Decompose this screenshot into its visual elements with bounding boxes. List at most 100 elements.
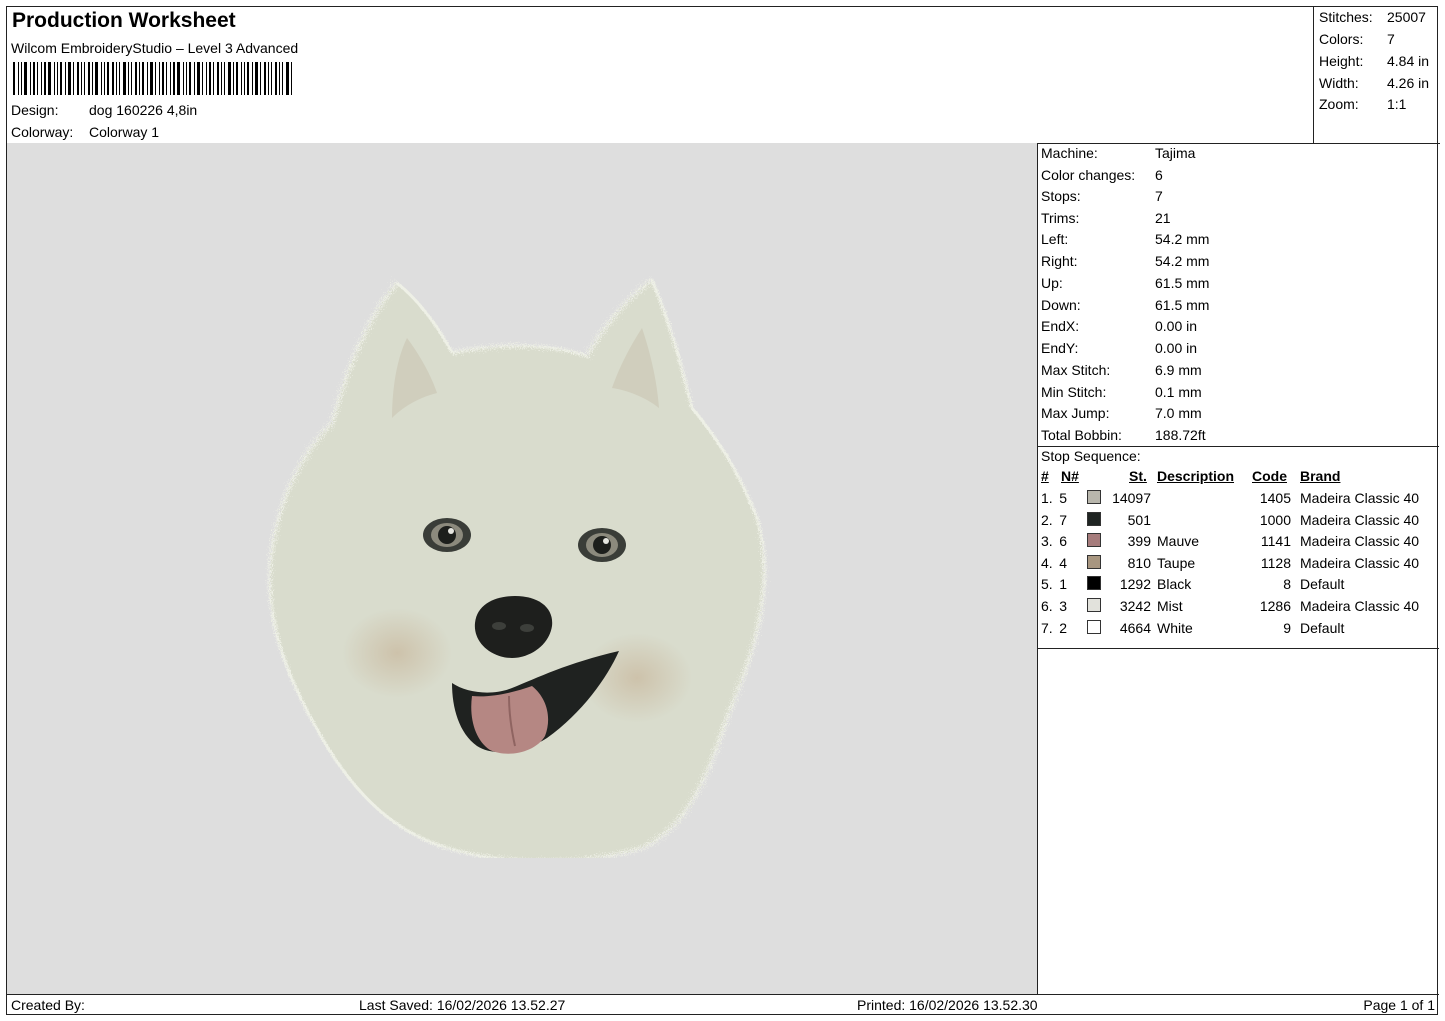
max-jump-value: 7.0 mm bbox=[1155, 405, 1202, 421]
trims-row: Trims: 21 bbox=[1041, 210, 1171, 230]
cell-brand: Madeira Classic 40 bbox=[1300, 554, 1420, 571]
colors-label: Colors: bbox=[1319, 31, 1364, 47]
max-jump-label: Max Jump: bbox=[1041, 405, 1110, 421]
color-swatch bbox=[1087, 490, 1101, 504]
cell-brand: Madeira Classic 40 bbox=[1300, 598, 1420, 614]
cell-st: 501 bbox=[1127, 511, 1151, 528]
barcode bbox=[13, 62, 313, 95]
software-name: Wilcom EmbroideryStudio – Level 3 Advanc… bbox=[11, 40, 299, 56]
min-stitch-value: 0.1 mm bbox=[1155, 384, 1202, 400]
colorway-row: Colorway: Colorway 1 bbox=[11, 124, 159, 140]
cell-code: 1000 bbox=[1259, 511, 1291, 528]
zoom-value: 1:1 bbox=[1387, 96, 1407, 112]
cell-st: 399 bbox=[1127, 533, 1151, 550]
endy-row: EndY: 0.00 in bbox=[1041, 340, 1197, 360]
design-label: Design: bbox=[11, 102, 59, 118]
divider bbox=[1037, 648, 1439, 649]
cell-num: 1. bbox=[1041, 490, 1053, 506]
table-row: 5. 1 1292 Black 8 Default bbox=[1037, 576, 1439, 597]
up-label: Up: bbox=[1041, 275, 1063, 291]
colorway-value: Colorway 1 bbox=[89, 124, 160, 140]
cell-brand: Madeira Classic 40 bbox=[1300, 490, 1420, 506]
col-header-needle: N# bbox=[1061, 468, 1079, 484]
down-value: 61.5 mm bbox=[1155, 297, 1210, 313]
cell-num: 7. bbox=[1041, 619, 1053, 636]
embroidered-dog-face-icon bbox=[268, 277, 766, 858]
worksheet-header: Production Worksheet Wilcom EmbroiderySt… bbox=[7, 7, 1313, 144]
printed-date: Printed: 16/02/2026 13.52.30 bbox=[857, 997, 1038, 1013]
divider bbox=[1037, 446, 1439, 447]
trims-label: Trims: bbox=[1041, 210, 1080, 226]
table-row: 3. 6 399 Mauve 1141 Madeira Classic 40 bbox=[1037, 533, 1439, 554]
cell-code: 1128 bbox=[1260, 554, 1291, 571]
left-eye bbox=[423, 518, 471, 552]
table-row: 4. 4 810 Taupe 1128 Madeira Classic 40 bbox=[1037, 554, 1439, 576]
cell-st: 1292 bbox=[1119, 576, 1151, 593]
endx-label: EndX: bbox=[1041, 318, 1080, 334]
up-value: 61.5 mm bbox=[1155, 275, 1210, 291]
table-row: 6. 3 3242 Mist 1286 Madeira Classic 40 bbox=[1037, 598, 1439, 619]
height-row: Height: 4.84 in bbox=[1319, 53, 1429, 73]
cell-code: 1286 bbox=[1259, 598, 1291, 614]
cell-desc: White bbox=[1157, 619, 1193, 636]
zoom-row: Zoom: 1:1 bbox=[1319, 96, 1406, 116]
color-swatch bbox=[1087, 554, 1101, 569]
right-row: Right: 54.2 mm bbox=[1041, 253, 1209, 273]
stops-row: Stops: 7 bbox=[1041, 188, 1163, 208]
color-changes-label: Color changes: bbox=[1041, 167, 1136, 183]
color-swatch bbox=[1087, 533, 1101, 548]
worksheet-footer: Created By: Last Saved: 16/02/2026 13.52… bbox=[7, 994, 1439, 1016]
cell-st: 810 bbox=[1127, 554, 1151, 571]
cell-st: 4664 bbox=[1119, 619, 1151, 636]
cell-brand: Default bbox=[1300, 576, 1345, 593]
endy-value: 0.00 in bbox=[1155, 340, 1198, 356]
colors-value: 7 bbox=[1387, 31, 1395, 47]
col-header-stitches: St. bbox=[1129, 468, 1147, 484]
page-title: Production Worksheet bbox=[12, 9, 236, 32]
machine-row: Machine: Tajima bbox=[1041, 145, 1195, 165]
min-stitch-label: Min Stitch: bbox=[1041, 384, 1107, 400]
design-row: Design: dog 160226 4,8in bbox=[11, 102, 197, 118]
cell-code: 9 bbox=[1283, 619, 1291, 636]
cell-n: 6 bbox=[1059, 533, 1067, 550]
cell-n: 4 bbox=[1059, 554, 1067, 571]
down-label: Down: bbox=[1041, 297, 1081, 313]
cell-code: 1405 bbox=[1259, 490, 1291, 506]
down-row: Down: 61.5 mm bbox=[1041, 297, 1209, 317]
max-stitch-value: 6.9 mm bbox=[1155, 362, 1202, 378]
trims-value: 21 bbox=[1155, 210, 1171, 226]
right-eye bbox=[578, 528, 626, 562]
stitches-row: Stitches: 25007 bbox=[1319, 9, 1426, 29]
height-value: 4.84 in bbox=[1387, 53, 1430, 69]
colors-row: Colors: 7 bbox=[1319, 31, 1395, 51]
machine-info-panel: Machine: Tajima Color changes: 6 Stops: 7 T… bbox=[1037, 143, 1439, 994]
total-bobbin-value: 188.72ft bbox=[1155, 427, 1206, 443]
width-row: Width: 4.26 in bbox=[1319, 75, 1429, 95]
cell-desc: Mist bbox=[1157, 598, 1183, 614]
color-swatch bbox=[1087, 576, 1101, 591]
zoom-label: Zoom: bbox=[1319, 96, 1359, 112]
stitches-value: 25007 bbox=[1387, 9, 1426, 25]
created-by: Created By: bbox=[11, 997, 85, 1013]
cell-brand: Madeira Classic 40 bbox=[1300, 533, 1420, 550]
col-header-num: # bbox=[1041, 468, 1049, 484]
design-value: dog 160226 4,8in bbox=[89, 102, 198, 118]
cell-num: 6. bbox=[1041, 598, 1053, 614]
cell-desc: Black bbox=[1157, 576, 1192, 593]
production-worksheet: Production Worksheet Wilcom EmbroiderySt… bbox=[6, 6, 1440, 1016]
cell-n: 7 bbox=[1059, 511, 1067, 528]
total-bobbin-row: Total Bobbin: 188.72ft bbox=[1041, 427, 1206, 447]
cell-n: 1 bbox=[1059, 576, 1067, 593]
table-row: 2. 7 501 1000 Madeira Classic 40 bbox=[1037, 511, 1439, 533]
cell-desc: Taupe bbox=[1157, 554, 1196, 571]
right-label: Right: bbox=[1041, 253, 1078, 269]
height-label: Height: bbox=[1319, 53, 1364, 69]
cell-brand: Madeira Classic 40 bbox=[1300, 511, 1420, 528]
color-changes-value: 6 bbox=[1155, 167, 1163, 183]
up-row: Up: 61.5 mm bbox=[1041, 275, 1209, 295]
col-header-code: Code bbox=[1252, 468, 1287, 484]
max-stitch-label: Max Stitch: bbox=[1041, 362, 1111, 378]
endx-value: 0.00 in bbox=[1155, 318, 1198, 334]
col-header-description: Description bbox=[1157, 468, 1235, 484]
page-number: Page 1 of 1 bbox=[1363, 997, 1435, 1013]
